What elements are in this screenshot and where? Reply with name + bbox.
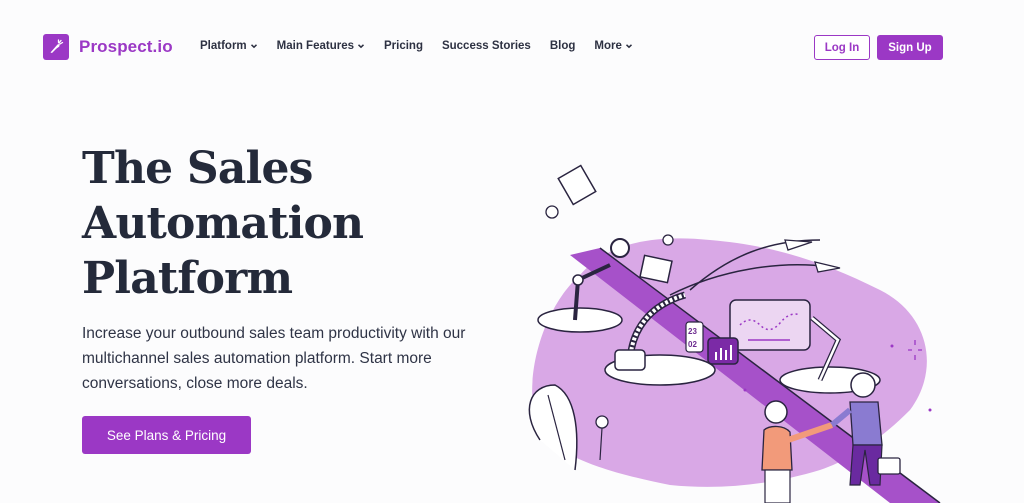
nav-item-main-features[interactable]: Main Features: [277, 40, 365, 52]
flower: [595, 415, 609, 429]
nav-item-blog[interactable]: Blog: [550, 40, 576, 52]
nav-item-success-stories[interactable]: Success Stories: [442, 40, 531, 52]
woman-body: [761, 425, 793, 471]
hero-title-line: Automation: [82, 198, 364, 249]
nav-item-label: Blog: [549, 40, 576, 52]
analytics-screen: [729, 299, 811, 351]
carrot-icon: [43, 34, 69, 60]
chevron-down-icon: [357, 44, 365, 49]
hero-illustration: 23 02: [528, 164, 941, 503]
document-icon: [557, 164, 597, 206]
top-navigation: Prospect.io Platform Main Features Prici…: [0, 34, 1024, 62]
robot-platform: [537, 307, 623, 333]
chevron-down-icon: [250, 44, 257, 49]
login-button[interactable]: Log In: [814, 35, 870, 60]
main-menu: Platform Main Features Pricing Success S…: [200, 40, 652, 52]
paper-plane-icon: [784, 239, 813, 251]
bar-chart-card: [707, 337, 739, 365]
hero-subtitle: Increase your outbound sales team produc…: [82, 325, 466, 392]
nav-item-label: Success Stories: [441, 40, 531, 52]
see-plans-pricing-button[interactable]: See Plans & Pricing: [82, 416, 251, 454]
check-icon: [662, 234, 674, 246]
man-head: [850, 372, 876, 398]
nav-item-more[interactable]: More: [594, 40, 632, 52]
woman-head: [764, 400, 788, 424]
hero-title-line: The Sales: [82, 143, 313, 194]
profile-card: [639, 254, 673, 284]
brand-name: Prospect.io: [79, 37, 173, 56]
nav-item-label: Main Features: [276, 40, 354, 52]
search-badge-icon: [545, 205, 559, 219]
nav-item-platform[interactable]: Platform: [200, 40, 258, 52]
hero-title-line: Platform: [82, 253, 293, 304]
chevron-down-icon: [625, 44, 632, 49]
calendar-month: 02: [688, 340, 697, 349]
nav-item-label: Platform: [200, 40, 247, 52]
signup-button[interactable]: Sign Up: [877, 35, 943, 60]
hero-title: The Sales Automation Platform: [82, 141, 462, 306]
briefcase-icon: [877, 457, 901, 475]
calendar-day: 23: [688, 327, 697, 336]
nav-item-label: Pricing: [383, 40, 423, 52]
nav-item-pricing[interactable]: Pricing: [384, 40, 423, 52]
man-body: [849, 401, 883, 446]
brand-logo-link[interactable]: Prospect.io: [43, 34, 173, 60]
magnifier-icon: [610, 238, 630, 258]
nav-item-label: More: [594, 40, 622, 52]
